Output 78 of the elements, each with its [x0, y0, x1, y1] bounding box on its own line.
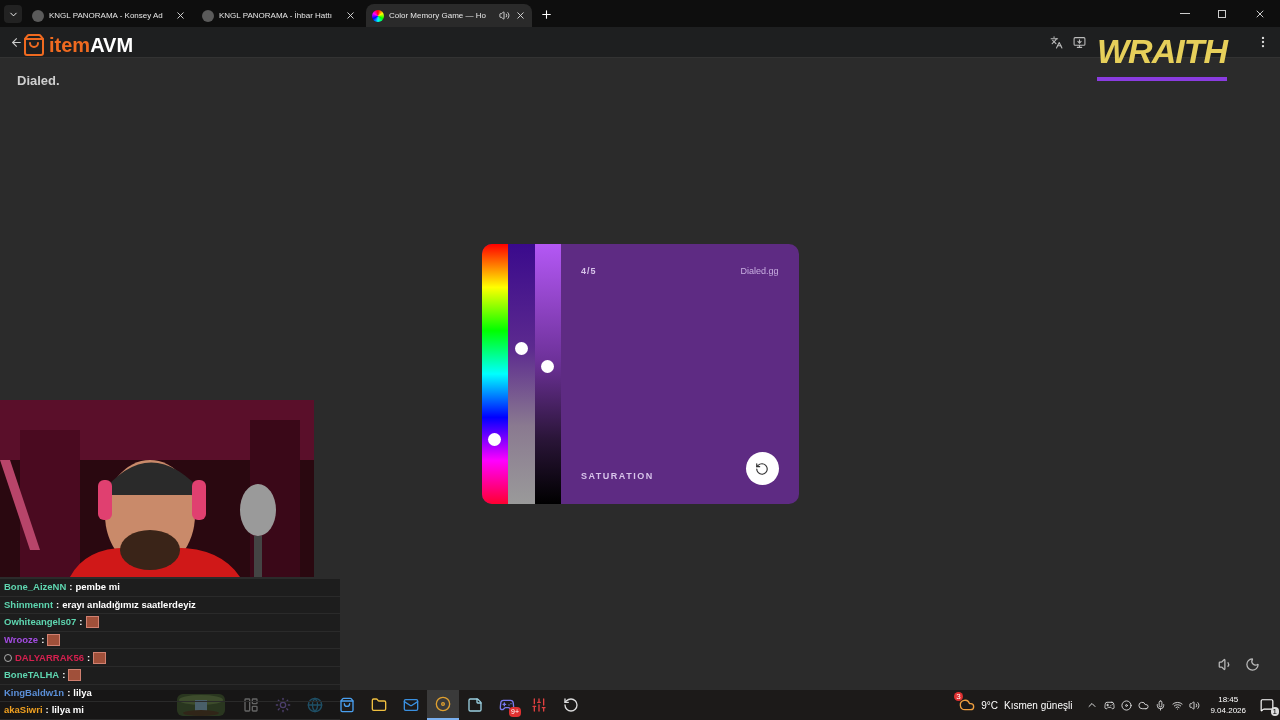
network-icon[interactable] [1172, 699, 1184, 711]
wraith-logo: WRAITH [1097, 26, 1227, 81]
chat-username: Bone_AizeNN [4, 580, 67, 595]
chat-username: KingBaldw1n [4, 685, 65, 700]
logo-accent: item [49, 33, 91, 58]
temperature: 9°C [981, 698, 999, 713]
mode-label: SATURATION [581, 469, 654, 483]
chat-separator: : [87, 650, 91, 665]
browser-tab[interactable]: KNGL PANORAMA - İhbar Hattı [196, 4, 362, 27]
chat-username: Shinmennt [4, 597, 54, 612]
tray-icon[interactable] [1104, 699, 1116, 711]
new-tab-icon[interactable] [540, 8, 553, 21]
chat-text: pembe mi [75, 580, 120, 595]
tab-title: Color Memory Game — Ho [389, 9, 487, 22]
chat-text: lilya [73, 685, 92, 700]
restore-icon[interactable] [1218, 9, 1226, 18]
mixer-icon [531, 697, 547, 713]
time: 18:45 [1218, 694, 1239, 705]
taskbar-app[interactable] [427, 690, 459, 720]
brightness-slider[interactable] [534, 244, 561, 504]
chat-text: lilya mi [51, 703, 84, 718]
browser-tab[interactable]: KNGL PANORAMA - Konsey Ad [26, 4, 192, 27]
slider-thumb[interactable] [541, 359, 555, 373]
globe-icon [32, 9, 44, 22]
chat-separator: : [69, 580, 73, 595]
chat-username: DALYARRAK56 [15, 650, 84, 665]
moon-icon[interactable] [1245, 657, 1260, 672]
chat-username: akaSiwri [4, 703, 43, 718]
globe-icon [307, 697, 323, 713]
site-name: Dialed.gg [740, 265, 779, 278]
cloud-icon[interactable] [1138, 699, 1150, 711]
color-wheel-icon [372, 9, 384, 22]
globe-icon [202, 9, 214, 22]
tab-list-button[interactable] [4, 5, 22, 23]
browser-tab[interactable]: Color Memory Game — Ho [366, 4, 532, 27]
slider-thumb[interactable] [514, 341, 528, 355]
tab-title: KNGL PANORAMA - Konsey Ad [49, 9, 164, 22]
shopping-bag-icon [339, 697, 355, 713]
translate-icon[interactable] [1050, 35, 1063, 49]
round-counter: 4/5 [581, 265, 597, 278]
install-icon[interactable] [1073, 35, 1086, 49]
tray-icon[interactable] [1121, 699, 1133, 711]
chat-username: Owhiteangels07 [4, 615, 77, 630]
logo-text: AVM [90, 33, 134, 58]
chat-separator: : [62, 668, 66, 683]
speaker-icon[interactable] [499, 10, 510, 21]
weather-icon [959, 697, 976, 713]
clock[interactable]: 18:45 9.04.2026 [1210, 694, 1246, 716]
chat-separator: : [79, 615, 83, 630]
volume-icon[interactable] [1189, 699, 1201, 711]
back-icon[interactable] [10, 35, 23, 49]
close-icon[interactable] [515, 10, 526, 21]
close-icon[interactable] [345, 10, 356, 21]
notifications-icon[interactable] [1260, 698, 1274, 712]
task-view-icon [243, 697, 259, 713]
hue-slider[interactable] [481, 244, 508, 504]
slider-thumb[interactable] [488, 432, 502, 446]
chat-separator: : [41, 632, 45, 647]
chat-separator: : [45, 703, 49, 718]
date: 9.04.2026 [1210, 705, 1246, 716]
notes-icon [467, 697, 483, 713]
bag-icon [22, 32, 46, 58]
microphone-icon[interactable] [1155, 699, 1167, 711]
chat-separator: : [56, 597, 60, 612]
saturation-slider[interactable] [508, 244, 535, 504]
chat-separator: : [67, 685, 71, 700]
mail-icon [403, 697, 419, 713]
site-logo: Dialed. [17, 72, 60, 90]
weather-badge: 3 [954, 692, 963, 701]
tab-title: KNGL PANORAMA - İhbar Hattı [219, 9, 333, 22]
chat-text: erayı anladığımız saatlerdeyiz [62, 597, 196, 612]
close-icon[interactable] [175, 10, 186, 21]
folder-icon [371, 697, 387, 713]
weather-text: Kısmen güneşli [1004, 698, 1073, 713]
chat-username: BoneTALHA [4, 668, 60, 683]
notification-count: 1 [1270, 707, 1279, 716]
chat-username: Wrooze [4, 632, 39, 647]
submit-button[interactable] [745, 452, 779, 485]
